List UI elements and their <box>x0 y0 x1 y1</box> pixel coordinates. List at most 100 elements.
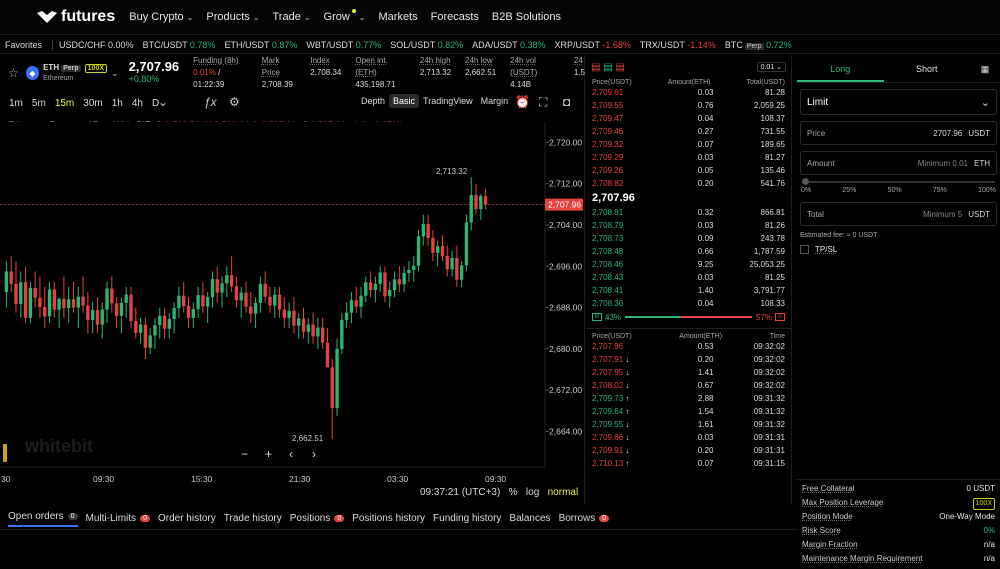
order-book-row[interactable]: 2,708.79 0.03 81.26 <box>586 219 791 232</box>
order-book-row[interactable]: 2,709.47 0.04 108.37 <box>586 112 791 125</box>
favorite-ticker[interactable]: ETH/USDT 0.87% <box>224 40 297 50</box>
order-book-row[interactable]: 2,709.61 0.03 81.28 <box>586 86 791 99</box>
checkbox[interactable] <box>800 245 809 254</box>
order-book-row[interactable]: 2,709.46 0.27 731.55 <box>586 125 791 138</box>
order-book-row[interactable]: 2,708.46 9.25 25,053.25 <box>586 258 791 271</box>
tab-balances[interactable]: Balances <box>509 513 550 524</box>
nav-item-forecasts[interactable]: Forecasts <box>431 11 479 23</box>
slider-tick[interactable]: 0% <box>801 187 811 194</box>
favorite-ticker[interactable]: BTC/USDT 0.78% <box>143 40 216 50</box>
favorite-ticker[interactable]: SOL/USDT 0.82% <box>390 40 463 50</box>
chart-mode-depth[interactable]: Depth <box>357 94 389 108</box>
tab-funding-history[interactable]: Funding history <box>433 513 501 524</box>
gear-icon[interactable]: ⚙ <box>229 95 240 109</box>
tab-short[interactable]: Short <box>884 55 971 82</box>
normal-toggle[interactable]: normal <box>548 487 579 498</box>
favorite-ticker[interactable]: XRP/USDT -1.68% <box>555 40 631 50</box>
total-field[interactable]: Total Minimum 5 USDT <box>800 202 997 226</box>
percent-toggle[interactable]: % <box>509 487 518 498</box>
tab-multi-limits[interactable]: Multi-Limits 0 <box>86 513 150 524</box>
timeframe-5m[interactable]: 5m <box>32 98 46 109</box>
favorite-ticker[interactable]: USDC/CHF 0.00% <box>59 40 134 50</box>
chevron-down-icon[interactable]: ⌄ <box>111 68 119 79</box>
candle-body <box>320 327 325 343</box>
price-field[interactable]: Price 2707.96 USDT <box>800 121 997 145</box>
order-book-row[interactable]: 2,708.81 0.32 866.81 <box>586 206 791 219</box>
nav-item-products[interactable]: Products ⌄ <box>206 11 259 23</box>
tab-borrows[interactable]: Borrows 0 <box>559 513 610 524</box>
order-book-row[interactable]: 2,709.32 0.07 189.65 <box>586 138 791 151</box>
slider-tick[interactable]: 100% <box>978 187 996 194</box>
order-book-row[interactable]: 2,708.48 0.66 1,787.59 <box>586 245 791 258</box>
scroll-left-icon[interactable]: ‹ <box>289 447 293 461</box>
camera-icon[interactable]: ◘ <box>563 95 570 109</box>
order-book-row[interactable]: 2,709.29 0.03 81.27 <box>586 151 791 164</box>
timeframe-30m[interactable]: 30m <box>83 98 102 109</box>
timeframe-4h[interactable]: 4h <box>132 98 143 109</box>
indicators-icon[interactable]: ƒx <box>204 95 217 109</box>
order-type-select[interactable]: Limit ⌄ <box>800 89 997 115</box>
tab-long[interactable]: Long <box>797 55 884 82</box>
y-tick-label: 2,712.00 <box>549 179 582 189</box>
chevron-down-icon[interactable]: ⌄ <box>158 95 168 109</box>
order-book-row[interactable]: 2,708.73 0.09 243.78 <box>586 232 791 245</box>
favorite-ticker[interactable]: WBT/USDT 0.77% <box>306 40 381 50</box>
favorite-ticker[interactable]: BTC Perp 0.72% <box>725 40 792 50</box>
nav-item-b2b-solutions[interactable]: B2B Solutions <box>492 11 561 23</box>
brand-logo[interactable]: futures <box>36 8 115 26</box>
timeframe-1m[interactable]: 1m <box>9 98 23 109</box>
chart-mode-basic[interactable]: Basic <box>389 94 420 108</box>
candle-body <box>292 310 296 326</box>
timeframe-15m[interactable]: 15m <box>55 98 74 109</box>
slider-handle[interactable] <box>802 178 809 185</box>
trade-amount: 0.20 <box>697 355 714 364</box>
nav-item-markets[interactable]: Markets <box>379 11 418 23</box>
tick-size-select[interactable]: 0.01 ⌄ <box>756 62 786 72</box>
order-book-row[interactable]: 2,709.55 0.76 2,059.25 <box>586 99 791 112</box>
tpsl-toggle[interactable]: TP/SL <box>797 239 1000 260</box>
book-layout-icon[interactable]: ▤ ▤ ▤ <box>591 62 625 73</box>
sell-marker: S <box>774 313 785 321</box>
order-book-row[interactable]: 2,708.43 0.03 81.25 <box>586 271 791 284</box>
slider-tick[interactable]: 25% <box>842 187 856 194</box>
star-icon[interactable]: ☆ <box>8 66 19 80</box>
order-book-row[interactable]: 2,708.82 0.20 541.76 <box>586 177 791 190</box>
buy-marker: B <box>592 313 603 321</box>
order-book-row[interactable]: 2,709.26 0.05 135.46 <box>586 164 791 177</box>
amount-slider[interactable] <box>802 178 995 185</box>
order-book-row[interactable]: 2,708.30 0.04 108.33 <box>586 297 791 310</box>
calculator-icon[interactable]: ▦ <box>970 55 1000 82</box>
scroll-handle[interactable] <box>3 444 7 462</box>
chart-mode-tradingview[interactable]: TradingView <box>419 94 477 108</box>
scroll-right-icon[interactable]: › <box>312 447 316 461</box>
order-book-row[interactable]: 2,708.41 1.40 3,791.77 <box>586 284 791 297</box>
estimated-fee: Estimated fee: ≈ 0 USDT <box>800 232 878 239</box>
favorite-ticker[interactable]: TRX/USDT -1.14% <box>640 40 716 50</box>
candle-body <box>28 287 33 318</box>
zoom-out-icon[interactable]: − <box>241 447 248 461</box>
fullscreen-icon[interactable]: ⛶ <box>539 95 547 110</box>
slider-tick[interactable]: 75% <box>933 187 947 194</box>
tab-open-orders[interactable]: Open orders 0 <box>8 511 78 527</box>
row-amount: 0.09 <box>697 234 714 243</box>
alert-icon[interactable]: ⏰ <box>515 95 530 109</box>
favorite-ticker[interactable]: ADA/USDT 0.38% <box>472 40 545 50</box>
instrument-selector[interactable]: ETH Perp 100X Ethereum <box>43 63 108 84</box>
slider-tick[interactable]: 50% <box>888 187 902 194</box>
chart-mode-margin[interactable]: Margin <box>477 94 513 108</box>
zoom-in-icon[interactable]: + <box>265 447 272 461</box>
log-toggle[interactable]: log <box>526 487 539 498</box>
nav-item-buy-crypto[interactable]: Buy Crypto ⌄ <box>129 11 193 23</box>
trade-time: 09:31:32 <box>753 407 785 416</box>
amount-field[interactable]: Amount Minimum 0.01 ETH <box>800 151 997 175</box>
tab-trade-history[interactable]: Trade history <box>224 513 282 524</box>
timeframe-1h[interactable]: 1h <box>112 98 123 109</box>
candle-body <box>431 237 435 253</box>
tab-positions-history[interactable]: Positions history <box>352 513 425 524</box>
nav-item-grow[interactable]: Grow ⌄ <box>324 9 366 23</box>
tab-positions[interactable]: Positions 0 <box>290 513 345 524</box>
tab-order-history[interactable]: Order history <box>158 513 216 524</box>
nav-item-trade[interactable]: Trade ⌄ <box>272 11 310 23</box>
trade-row: 2,707.91 ↓ 0.20 09:32:02 <box>586 353 791 366</box>
candlestick-chart[interactable]: whitebit 2,720.00 2,712.00 2,704.00 2,696.00… <box>0 122 585 502</box>
